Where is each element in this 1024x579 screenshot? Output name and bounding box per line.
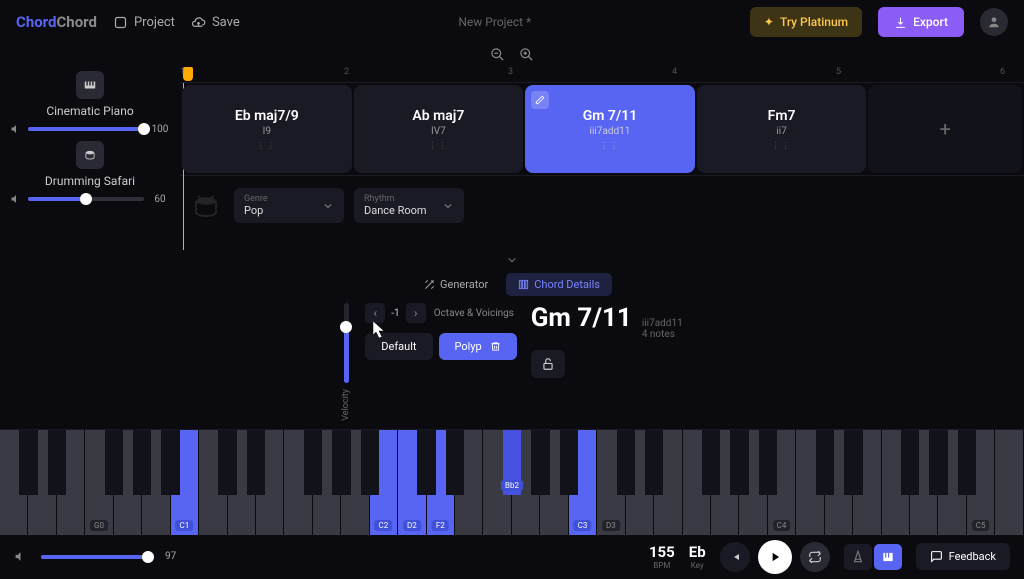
add-chord-button[interactable]: +: [868, 85, 1022, 173]
master-volume-slider[interactable]: [41, 555, 151, 559]
loop-button[interactable]: [800, 542, 830, 572]
tab-generator[interactable]: Generator: [412, 273, 500, 296]
export-button[interactable]: Export: [878, 7, 964, 37]
black-key[interactable]: [958, 430, 976, 495]
zoom-out-icon[interactable]: [490, 47, 505, 62]
black-key[interactable]: [617, 430, 635, 495]
voicing-button[interactable]: Polyp: [439, 333, 517, 360]
chord-card[interactable]: Gm 7/11iii7add11⋮⋮: [525, 85, 695, 173]
voicing-button[interactable]: Default: [365, 333, 432, 360]
octave-label: Octave & Voicings: [434, 308, 514, 319]
volume-icon[interactable]: [10, 123, 22, 135]
project-name: New Project *: [458, 15, 531, 29]
chord-card[interactable]: Fm7ii7⋮⋮: [697, 85, 867, 173]
metronome-button[interactable]: [844, 544, 872, 570]
project-button[interactable]: Project: [113, 15, 175, 30]
black-key[interactable]: [19, 430, 37, 495]
avatar[interactable]: [980, 8, 1008, 36]
velocity-label: Velocity: [341, 389, 351, 421]
black-key[interactable]: [361, 430, 379, 495]
volume-icon[interactable]: [14, 550, 27, 563]
black-key[interactable]: [702, 430, 720, 495]
black-key[interactable]: [844, 430, 862, 495]
black-key[interactable]: [105, 430, 123, 495]
black-key[interactable]: [304, 430, 322, 495]
black-key[interactable]: [133, 430, 151, 495]
chord-notes: 4 notes: [642, 329, 683, 340]
rewind-button[interactable]: [720, 542, 750, 572]
velocity-slider[interactable]: [344, 303, 349, 383]
piano-track-icon[interactable]: [76, 71, 104, 99]
drum-track-icon[interactable]: [76, 141, 104, 169]
black-key[interactable]: [560, 430, 578, 495]
black-key[interactable]: [816, 430, 834, 495]
octave-prev[interactable]: ‹: [365, 303, 385, 323]
black-key[interactable]: [901, 430, 919, 495]
black-key[interactable]: Bb2: [503, 430, 521, 495]
chevron-down-icon[interactable]: [505, 253, 519, 267]
black-key[interactable]: [531, 430, 549, 495]
volume-slider[interactable]: [28, 127, 144, 131]
black-key[interactable]: [446, 430, 464, 495]
black-key[interactable]: [759, 430, 777, 495]
drum-icon: [188, 188, 224, 224]
piano[interactable]: G0C1C2D2F2C3D3C4C5Bb2: [0, 429, 1024, 535]
rhythm-select[interactable]: RhythmDance Room: [354, 188, 464, 223]
ruler[interactable]: 123456: [180, 65, 1024, 83]
black-key[interactable]: [929, 430, 947, 495]
black-key[interactable]: [645, 430, 663, 495]
black-key[interactable]: [218, 430, 236, 495]
piano-view-button[interactable]: [874, 544, 902, 570]
chord-roman: iii7add11: [642, 318, 683, 329]
octave-value: -1: [387, 308, 403, 319]
octave-next[interactable]: ›: [406, 303, 426, 323]
bpm-value[interactable]: 155: [649, 543, 675, 561]
play-button[interactable]: [758, 540, 792, 574]
black-key[interactable]: [247, 430, 265, 495]
chord-title: Gm 7/11: [531, 303, 632, 333]
save-button[interactable]: Save: [191, 15, 240, 30]
logo[interactable]: ChordChord: [16, 13, 97, 31]
lock-button[interactable]: [531, 350, 565, 378]
black-key[interactable]: [161, 430, 179, 495]
feedback-button[interactable]: Feedback: [916, 543, 1010, 570]
volume-value: 60: [150, 194, 170, 205]
volume-slider[interactable]: [28, 197, 144, 201]
volume-icon[interactable]: [10, 193, 22, 205]
chord-card[interactable]: Ab maj7IV7⋮⋮: [354, 85, 524, 173]
black-key[interactable]: [730, 430, 748, 495]
black-key[interactable]: [48, 430, 66, 495]
key-value[interactable]: Eb: [689, 543, 706, 561]
volume-value: 100: [150, 124, 170, 135]
master-volume-value: 97: [165, 551, 185, 562]
white-key[interactable]: [995, 430, 1023, 535]
tab-chord-details[interactable]: Chord Details: [506, 273, 612, 296]
track-name: Drumming Safari: [10, 174, 170, 188]
chord-card[interactable]: Eb maj7/9I9⋮⋮: [182, 85, 352, 173]
platinum-button[interactable]: ✦Try Platinum: [750, 7, 862, 37]
black-key[interactable]: [332, 430, 350, 495]
genre-select[interactable]: GenrePop: [234, 188, 344, 223]
zoom-in-icon[interactable]: [519, 47, 534, 62]
black-key[interactable]: [417, 430, 435, 495]
track-name: Cinematic Piano: [10, 104, 170, 118]
